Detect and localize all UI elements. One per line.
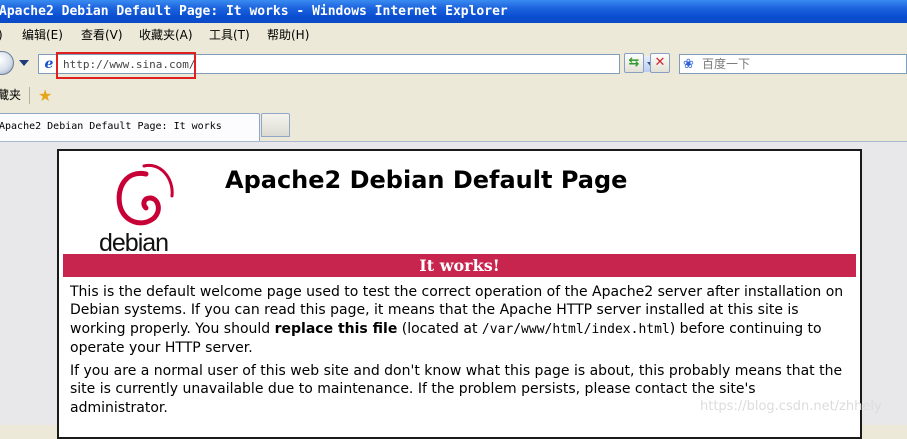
history-dropdown-icon[interactable] xyxy=(19,60,29,66)
tab-label: Apache2 Debian Default Page: It works xyxy=(0,121,222,132)
index-path: /var/www/html/index.html xyxy=(481,321,670,337)
menu-item-tools[interactable]: 工具(T) xyxy=(209,23,250,47)
back-button[interactable] xyxy=(0,51,14,75)
menu-bar: ) 编辑(E) 查看(V) 收藏夹(A) 工具(T) 帮助(H) xyxy=(0,23,907,47)
menu-item-help[interactable]: 帮助(H) xyxy=(267,23,309,47)
favorites-label[interactable]: 藏夹 xyxy=(0,82,21,109)
replace-file-emphasis: replace this file xyxy=(274,320,398,337)
add-favorites-star-icon[interactable]: ★ xyxy=(38,82,52,109)
apache-default-page: debian Apache2 Debian Default Page It wo… xyxy=(57,149,862,439)
toolbar-separator xyxy=(29,87,30,104)
favorites-bar: 藏夹 ★ xyxy=(0,82,907,109)
baidu-paw-icon: ❀ xyxy=(683,57,694,72)
csdn-watermark: https://blog.csdn.net/zhhely xyxy=(700,399,882,414)
window-title-bar[interactable]: Apache2 Debian Default Page: It works - … xyxy=(0,0,907,23)
new-tab-button[interactable] xyxy=(261,113,290,137)
it-works-banner: It works! xyxy=(63,254,856,277)
search-input[interactable]: 百度一下 xyxy=(702,55,750,73)
search-box[interactable]: ❀ 百度一下 xyxy=(679,54,907,74)
menu-item-favorites[interactable]: 收藏夹(A) xyxy=(139,23,193,47)
stop-button[interactable]: ✕ xyxy=(650,53,670,73)
menu-item-partial[interactable]: ) xyxy=(0,23,3,47)
browser-viewport[interactable]: debian Apache2 Debian Default Page It wo… xyxy=(0,142,907,439)
tab-bar: Apache2 Debian Default Page: It works xyxy=(0,109,907,142)
window-title: Apache2 Debian Default Page: It works - … xyxy=(0,4,508,19)
tab-apache-default[interactable]: Apache2 Debian Default Page: It works xyxy=(0,113,260,141)
page-title: Apache2 Debian Default Page xyxy=(225,166,628,194)
url-highlight-box xyxy=(56,52,196,79)
ie-page-icon: e xyxy=(44,56,54,72)
menu-item-edit[interactable]: 编辑(E) xyxy=(22,23,63,47)
refresh-button[interactable]: ⇆ xyxy=(624,53,644,73)
menu-item-view[interactable]: 查看(V) xyxy=(81,23,123,47)
intro-paragraph: This is the default welcome page used to… xyxy=(70,284,844,356)
